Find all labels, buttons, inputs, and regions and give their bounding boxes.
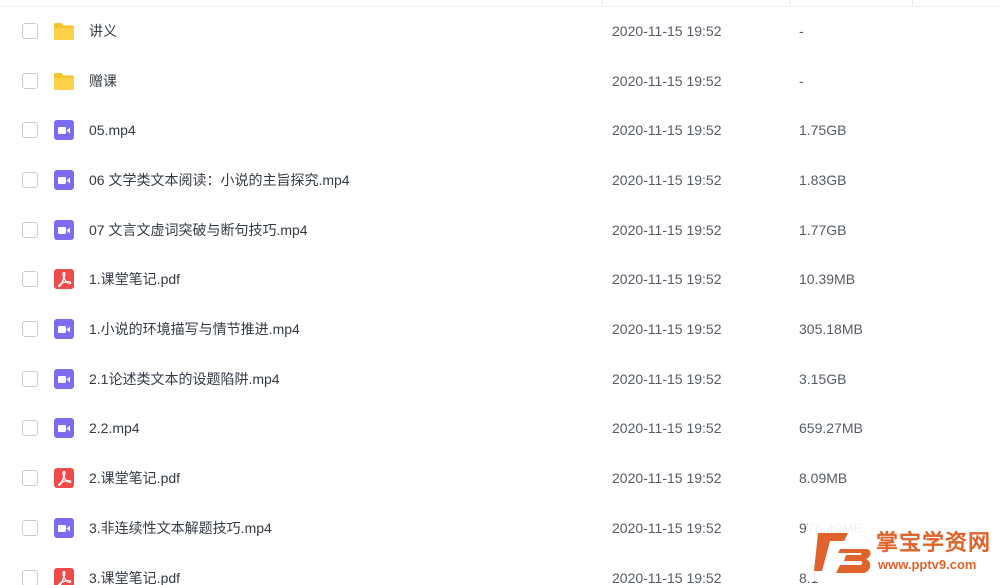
file-modified-date: 2020-11-15 19:52 [612, 519, 722, 536]
file-modified-date: 2020-11-15 19:52 [612, 122, 722, 139]
file-modified-date: 2020-11-15 19:52 [612, 271, 722, 288]
row-checkbox[interactable] [22, 122, 38, 139]
file-row[interactable]: 05.mp4 2020-11-15 19:52 1.75GB [0, 105, 1000, 155]
file-name[interactable]: 07 文言文虚词突破与断句技巧.mp4 [89, 220, 308, 240]
row-checkbox[interactable] [22, 321, 38, 338]
file-name[interactable]: 2.课堂笔记.pdf [89, 468, 180, 488]
file-name[interactable]: 06 文学类文本阅读：小说的主旨探究.mp4 [89, 170, 350, 190]
file-size: - [799, 22, 804, 39]
file-row[interactable]: 06 文学类文本阅读：小说的主旨探究.mp4 2020-11-15 19:52 1.… [0, 155, 1000, 205]
file-modified-date: 2020-11-15 19:52 [612, 22, 722, 39]
row-checkbox[interactable] [22, 72, 38, 89]
file-modified-date: 2020-11-15 19:52 [612, 420, 722, 437]
file-size: 659.27MB [799, 420, 863, 437]
row-checkbox[interactable] [22, 22, 38, 39]
video-file-icon [54, 120, 74, 141]
watermark-name: 掌宝学资网 [876, 531, 992, 556]
video-file-icon [54, 169, 74, 190]
row-checkbox[interactable] [22, 519, 38, 536]
file-size: 3.15GB [799, 370, 847, 387]
watermark: 掌宝学资网 www.pptv9.com [808, 521, 994, 581]
file-modified-date: 2020-11-15 19:52 [612, 470, 722, 487]
file-name[interactable]: 1.课堂笔记.pdf [89, 269, 180, 289]
folder-icon [54, 22, 74, 40]
video-file-icon [54, 219, 74, 240]
row-checkbox[interactable] [22, 470, 38, 487]
pdf-file-icon [54, 468, 74, 489]
file-name[interactable]: 3.非连续性文本解题技巧.mp4 [89, 518, 272, 538]
file-name[interactable]: 1.小说的环境描写与情节推进.mp4 [89, 319, 300, 339]
file-size: - [799, 72, 804, 89]
file-modified-date: 2020-11-15 19:52 [612, 72, 722, 89]
file-size: 10.39MB [799, 271, 856, 288]
file-row[interactable]: 赠课 2020-11-15 19:52 - [0, 56, 1000, 106]
file-size: 1.77GB [799, 221, 847, 238]
watermark-url: www.pptv9.com [878, 557, 977, 572]
file-modified-date: 2020-11-15 19:52 [612, 321, 722, 338]
file-row[interactable]: 2.1论述类文本的设题陷阱.mp4 2020-11-15 19:52 3.15GB [0, 354, 1000, 404]
row-checkbox[interactable] [22, 171, 38, 188]
file-row[interactable]: 1.课堂笔记.pdf 2020-11-15 19:52 10.39MB [0, 255, 1000, 305]
pdf-file-icon [54, 269, 74, 290]
file-size: 8.09MB [799, 470, 848, 487]
file-name[interactable]: 讲义 [89, 21, 117, 41]
video-file-icon [54, 368, 74, 389]
row-checkbox[interactable] [22, 370, 38, 387]
file-name[interactable]: 赠课 [89, 71, 117, 91]
pdf-file-icon [54, 567, 74, 585]
file-row[interactable]: 2.2.mp4 2020-11-15 19:52 659.27MB [0, 404, 1000, 454]
file-size: 1.75GB [799, 122, 847, 139]
watermark-logo [814, 533, 871, 573]
video-file-icon [54, 319, 74, 340]
video-file-icon [54, 517, 74, 538]
file-row[interactable]: 讲义 2020-11-15 19:52 - [0, 6, 1000, 56]
folder-icon [54, 72, 74, 90]
file-name[interactable]: 3.课堂笔记.pdf [89, 568, 180, 585]
row-checkbox[interactable] [22, 569, 38, 585]
video-file-icon [54, 418, 74, 439]
row-checkbox[interactable] [22, 271, 38, 288]
file-modified-date: 2020-11-15 19:52 [612, 171, 722, 188]
file-modified-date: 2020-11-15 19:52 [612, 569, 722, 585]
file-size: 305.18MB [799, 321, 863, 338]
file-size: 1.83GB [799, 171, 847, 188]
file-list: 讲义 2020-11-15 19:52 - 赠课 2020-11-15 19:52 - 05… [0, 0, 1000, 585]
file-name[interactable]: 2.1论述类文本的设题陷阱.mp4 [89, 369, 280, 389]
file-row[interactable]: 1.小说的环境描写与情节推进.mp4 2020-11-15 19:52 305.18… [0, 304, 1000, 354]
file-name[interactable]: 2.2.mp4 [89, 420, 140, 436]
file-row[interactable]: 2.课堂笔记.pdf 2020-11-15 19:52 8.09MB [0, 453, 1000, 503]
file-row[interactable]: 07 文言文虚词突破与断句技巧.mp4 2020-11-15 19:52 1.77G… [0, 205, 1000, 255]
row-checkbox[interactable] [22, 221, 38, 238]
file-name[interactable]: 05.mp4 [89, 122, 136, 138]
row-checkbox[interactable] [22, 420, 38, 437]
file-modified-date: 2020-11-15 19:52 [612, 370, 722, 387]
file-modified-date: 2020-11-15 19:52 [612, 221, 722, 238]
